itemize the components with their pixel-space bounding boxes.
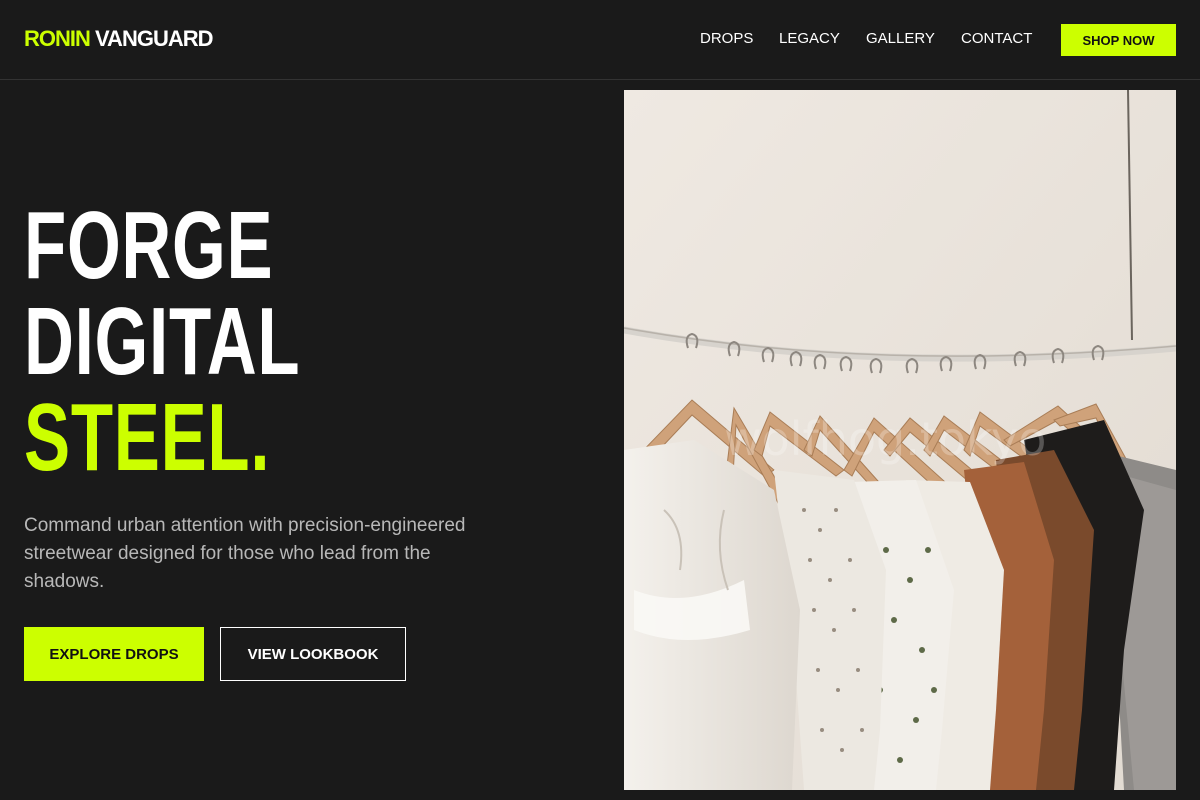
- nav-link-gallery[interactable]: GALLERY: [866, 30, 935, 48]
- shop-now-button[interactable]: SHOP NOW: [1061, 24, 1176, 56]
- view-lookbook-button[interactable]: VIEW LOOKBOOK: [220, 627, 406, 681]
- image-watermark: wolfhog.tokyo: [724, 412, 1046, 466]
- site-header: RONIN VANGUARD DROPS LEGACY GALLERY CONT…: [0, 0, 1200, 80]
- hero-subtitle: Command urban attention with precision-e…: [24, 515, 466, 592]
- brand-logo-rest: VANGUARD: [95, 26, 213, 51]
- brand-logo[interactable]: RONIN VANGUARD: [24, 25, 214, 53]
- hero-headline: FORGE DIGITAL STEEL.: [24, 198, 408, 486]
- hero-headline-line-2: DIGITAL: [24, 288, 301, 395]
- nav-link-legacy[interactable]: LEGACY: [779, 30, 840, 48]
- brand-logo-accent: RONIN: [24, 26, 91, 51]
- nav-link-drops[interactable]: DROPS: [700, 30, 753, 48]
- nav-link-contact[interactable]: CONTACT: [961, 30, 1032, 48]
- hero-clothing-rack-image: wolfhog.tokyo: [624, 90, 1176, 790]
- hero-headline-line-3: STEEL.: [24, 384, 271, 491]
- explore-drops-button[interactable]: EXPLORE DROPS: [24, 627, 204, 681]
- hero-headline-line-1: FORGE: [24, 192, 274, 299]
